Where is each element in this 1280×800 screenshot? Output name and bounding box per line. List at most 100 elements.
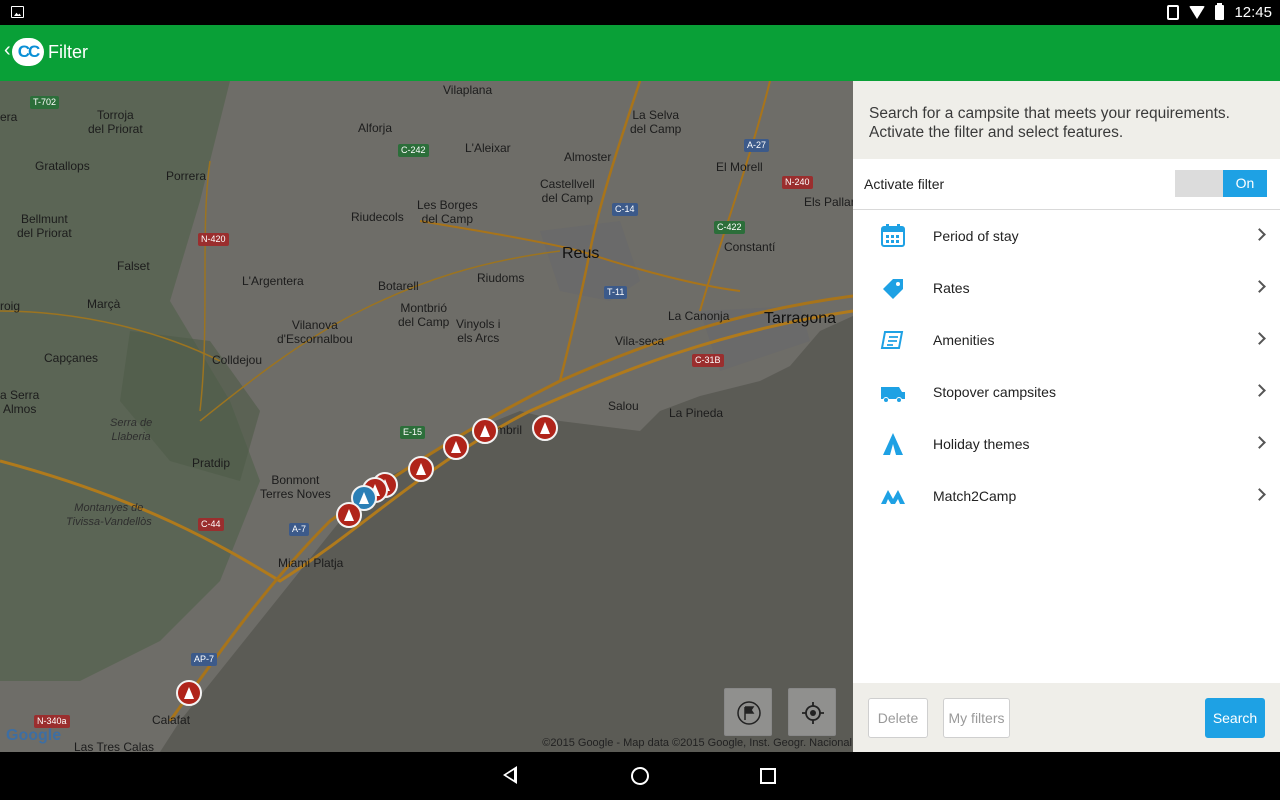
campsite-pin[interactable] xyxy=(532,415,558,441)
filter-menu: Period of stay Rates Amenities Stopover … xyxy=(853,210,1280,522)
menu-item-period-of-stay[interactable]: Period of stay xyxy=(853,210,1280,262)
map-label: Bonmont Terres Noves xyxy=(260,473,331,501)
map-label: La Pineda xyxy=(669,406,724,420)
price-tag-icon xyxy=(883,279,903,299)
match2camp-icon xyxy=(881,490,905,504)
map-label: era xyxy=(0,110,18,124)
map-label: Marçà xyxy=(87,297,121,311)
menu-item-match2camp[interactable]: Match2Camp xyxy=(853,470,1280,522)
map-label: mbril xyxy=(496,423,522,437)
map-label: Colldejou xyxy=(212,353,263,367)
intro-text: Search for a campsite that meets your re… xyxy=(853,81,1280,159)
activate-filter-label: Activate filter xyxy=(864,176,945,192)
map-label: Riudecols xyxy=(351,210,404,224)
campsite-pin[interactable] xyxy=(408,456,434,482)
map-label: Torroja del Priorat xyxy=(88,108,143,136)
map-label: Constantí xyxy=(724,240,776,254)
road-shield: AP-7 xyxy=(191,653,218,666)
menu-item-holiday-themes[interactable]: Holiday themes xyxy=(853,418,1280,470)
map-label: Las Tres Calas xyxy=(74,740,155,752)
map-label: a Serra Almos xyxy=(0,388,40,416)
menu-item-amenities[interactable]: Amenities xyxy=(853,314,1280,366)
amenities-icon xyxy=(880,331,904,349)
system-nav-bar xyxy=(0,752,1280,800)
map-label: L'Argentera xyxy=(242,274,304,288)
filter-panel: Search for a campsite that meets your re… xyxy=(853,81,1280,752)
map-label: Almoster xyxy=(564,150,612,164)
map-label: Bellmunt del Priorat xyxy=(17,212,72,240)
wifi-icon xyxy=(1189,6,1206,19)
map-label: Les Borges del Camp xyxy=(417,198,478,226)
status-icons: 12:45 xyxy=(1167,0,1272,25)
menu-item-label: Rates xyxy=(933,280,970,296)
map-label: Reus xyxy=(562,245,600,262)
flag-button[interactable] xyxy=(724,688,772,736)
map-label: Castellvell del Camp xyxy=(540,177,595,205)
road-shield: A-7 xyxy=(289,523,310,536)
status-time: 12:45 xyxy=(1234,4,1272,21)
road-shield: C-14 xyxy=(612,203,638,216)
road-shield: T-702 xyxy=(30,96,60,109)
map-label: Vinyols i els Arcs xyxy=(456,317,501,345)
map-label: La Canonja xyxy=(668,309,730,323)
nav-recents-icon[interactable] xyxy=(760,768,776,784)
road-shield: A-27 xyxy=(744,139,770,152)
road-shield: N-240 xyxy=(782,176,813,189)
menu-item-rates[interactable]: Rates xyxy=(853,262,1280,314)
map-view[interactable]: Vilaplana Torroja del Priorat Alforja La… xyxy=(0,81,853,752)
chevron-right-icon xyxy=(1253,436,1266,449)
nav-back-icon[interactable] xyxy=(503,766,517,784)
campsite-pin[interactable] xyxy=(176,680,202,706)
delete-button[interactable]: Delete xyxy=(868,698,928,738)
chevron-right-icon xyxy=(1253,384,1266,397)
road-shield: C-242 xyxy=(398,144,429,157)
map-label: Tarragona xyxy=(764,310,837,327)
map-label: Riudoms xyxy=(477,271,525,285)
map-copyright: ©2015 Google - Map data ©2015 Google, In… xyxy=(542,737,852,749)
toggle-on-label: On xyxy=(1223,170,1267,197)
camper-icon xyxy=(881,387,905,403)
menu-item-label: Stopover campsites xyxy=(933,384,1056,400)
gps-icon xyxy=(802,702,824,724)
filter-footer: Delete My filters Search xyxy=(853,683,1280,752)
map-label: Montbrió del Camp xyxy=(398,301,450,329)
tent-icon xyxy=(883,433,903,455)
activate-filter-toggle[interactable]: On xyxy=(1175,170,1267,197)
road-shield: E-15 xyxy=(400,426,426,439)
menu-item-stopover-campsites[interactable]: Stopover campsites xyxy=(853,366,1280,418)
vibrate-icon xyxy=(1167,5,1180,20)
app-logo[interactable]: CC xyxy=(12,38,44,66)
chevron-right-icon xyxy=(1253,332,1266,345)
map-label: Porrera xyxy=(166,169,207,183)
campsite-pin[interactable] xyxy=(336,502,362,528)
back-chevron-icon[interactable]: ‹ xyxy=(4,39,11,62)
map-label: Miami Platja xyxy=(278,556,344,570)
map-label: Falset xyxy=(117,259,150,273)
my-filters-button[interactable]: My filters xyxy=(943,698,1010,738)
menu-item-label: Period of stay xyxy=(933,228,1019,244)
my-location-button[interactable] xyxy=(788,688,836,736)
map-label: Serra de Llaberia xyxy=(110,417,153,443)
map-label: Vila-seca xyxy=(615,334,665,348)
map-label: L'Aleixar xyxy=(465,141,511,155)
chevron-right-icon xyxy=(1253,280,1266,293)
map-label: Salou xyxy=(608,399,639,413)
map-label: Gratallops xyxy=(35,159,90,173)
app-bar: ‹ CC Filter xyxy=(0,25,1280,81)
chevron-right-icon xyxy=(1253,488,1266,501)
map-label: Capçanes xyxy=(44,351,99,365)
search-button[interactable]: Search xyxy=(1205,698,1265,738)
google-logo: Google xyxy=(6,727,62,744)
nav-home-icon[interactable] xyxy=(631,767,649,785)
campsite-pin[interactable] xyxy=(443,434,469,460)
campsite-pin[interactable] xyxy=(472,418,498,444)
road-shield: C-422 xyxy=(714,221,745,234)
road-shield: N-420 xyxy=(198,233,229,246)
map-label: Alforja xyxy=(358,121,393,135)
map-label: Montanyes de Tivissa-Vandellòs xyxy=(66,502,152,528)
map-label: Botarell xyxy=(378,279,419,293)
page-title: Filter xyxy=(48,42,88,62)
map-label: La Selva del Camp xyxy=(630,108,682,136)
flag-icon xyxy=(737,701,761,725)
chevron-right-icon xyxy=(1253,228,1266,241)
